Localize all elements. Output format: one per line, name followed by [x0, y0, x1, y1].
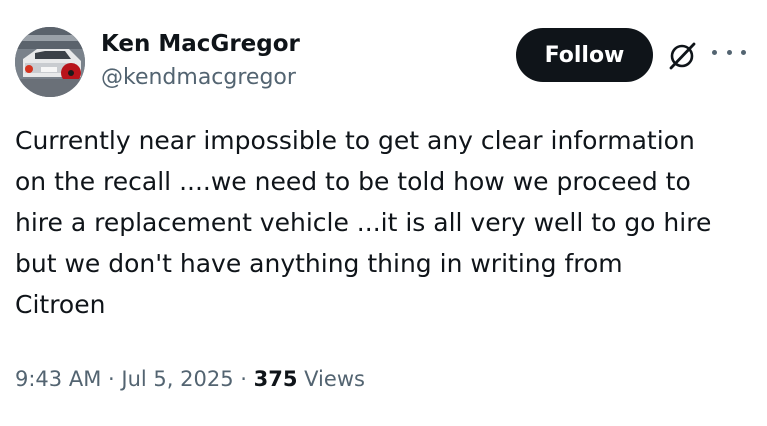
grok-icon-glyph — [669, 42, 696, 70]
views-label: Views — [304, 367, 365, 391]
tweet-text: Currently near impossible to get any cle… — [15, 126, 712, 319]
follow-button[interactable]: Follow — [516, 28, 653, 82]
author-block: Ken MacGregor @kendmacgregor — [101, 28, 300, 94]
more-icon[interactable] — [712, 42, 746, 62]
author-handle[interactable]: @kendmacgregor — [101, 62, 300, 94]
more-icon-dot — [712, 49, 717, 55]
avatar[interactable] — [15, 27, 85, 97]
avatar-image — [15, 27, 85, 97]
tweet-date[interactable]: Jul 5, 2025 — [121, 367, 233, 391]
more-icon-dot — [741, 49, 746, 55]
grok-icon[interactable] — [666, 40, 698, 72]
tweet-time[interactable]: 9:43 AM — [15, 367, 101, 391]
views-count: 375 — [253, 367, 298, 391]
tweet-meta: 9:43 AM · Jul 5, 2025 · 375 Views — [15, 363, 365, 395]
more-icon-dot — [726, 49, 732, 55]
meta-separator: · — [240, 367, 247, 391]
meta-separator: · — [108, 367, 115, 391]
tweet-card: Ken MacGregor @kendmacgregor Follow Curr… — [0, 0, 767, 426]
author-display-name[interactable]: Ken MacGregor — [101, 28, 300, 60]
